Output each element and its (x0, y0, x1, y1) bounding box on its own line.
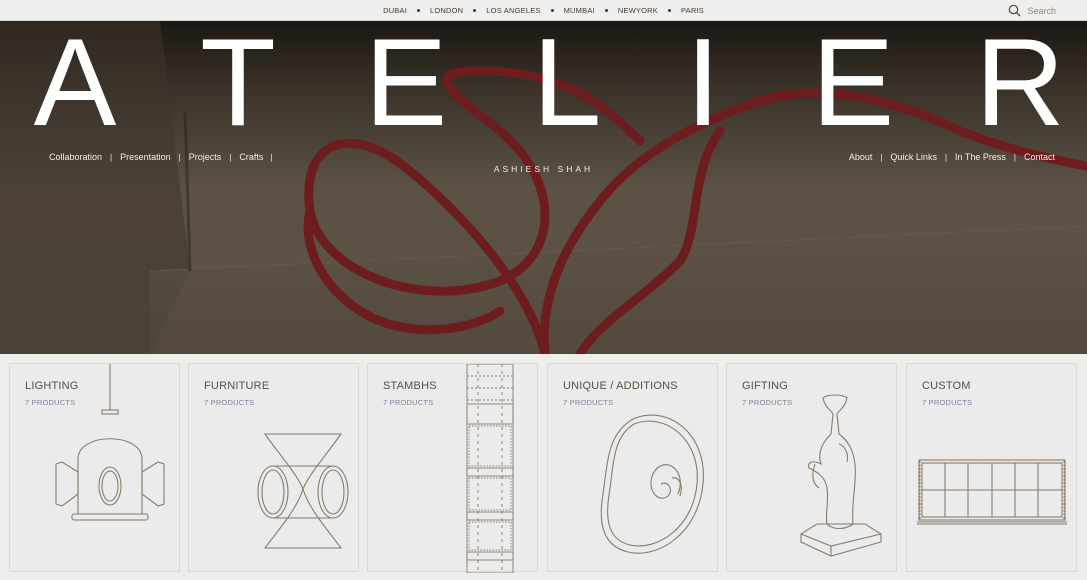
category-title: FURNITURE (204, 380, 270, 392)
nav-separator: | (944, 152, 948, 162)
category-card-furniture[interactable]: FURNITURE 7 PRODUCTS (188, 363, 359, 572)
product-count: 7 PRODUCTS (742, 398, 793, 407)
wordmark-letter: R (975, 21, 1065, 152)
nav-separator: | (178, 152, 181, 162)
pillar-icon (466, 364, 514, 573)
city-link[interactable]: LONDON (407, 6, 463, 15)
wordmark-letter: E (365, 21, 448, 152)
product-count: 7 PRODUCTS (383, 398, 434, 407)
search-button[interactable]: Search (1008, 4, 1056, 17)
wordmark-letter: T (200, 21, 276, 152)
search-icon (1009, 4, 1021, 17)
category-card-lighting[interactable]: LIGHTING 7 PRODUCTS (9, 363, 180, 572)
category-card-gifting[interactable]: GIFTING 7 PRODUCTS (726, 363, 897, 572)
nav-separator: | (1013, 152, 1016, 162)
search-label: Search (1027, 5, 1056, 16)
nav-separator: | (110, 152, 113, 162)
product-count: 7 PRODUCTS (25, 398, 76, 407)
nav-separator: | (880, 152, 883, 162)
nav-link-crafts[interactable]: Crafts (239, 152, 263, 162)
product-count: 7 PRODUCTS (922, 398, 973, 407)
category-title: GIFTING (742, 380, 789, 392)
wordmark-letter: I (686, 21, 720, 152)
nav-link-collaboration[interactable]: Collaboration (49, 152, 102, 162)
category-title: CUSTOM (922, 380, 971, 392)
wordmark-letter: L (533, 21, 602, 152)
nav-link-contact[interactable]: Contact (1024, 152, 1055, 162)
city-list: DUBAI LONDON LOS ANGELES MUMBAI NEWYORK … (0, 0, 1087, 21)
city-link[interactable]: MUMBAI (541, 6, 595, 15)
nav-separator: | (270, 152, 273, 162)
category-title: STAMBHS (383, 380, 437, 392)
nav-link-projects[interactable]: Projects (189, 152, 222, 162)
nav-link-about[interactable]: About (849, 152, 873, 162)
hand-sculpture-icon (800, 394, 882, 557)
shelf-icon (917, 459, 1067, 525)
nav-link-presentation[interactable]: Presentation (120, 152, 171, 162)
nav-separator: | (229, 152, 232, 162)
stool-icon (257, 433, 349, 549)
atelier-wordmark: A T E L I E R (34, 21, 1065, 152)
category-card-stambhs[interactable]: STAMBHS 7 PRODUCTS (367, 363, 538, 573)
nav-link-in-the-press[interactable]: In The Press (955, 152, 1006, 162)
pendant-lamp-icon (55, 364, 165, 521)
city-link[interactable]: NEWYORK (595, 6, 658, 15)
product-count: 7 PRODUCTS (563, 398, 614, 407)
city-link[interactable]: DUBAI (383, 6, 407, 15)
category-card-custom[interactable]: CUSTOM 7 PRODUCTS (906, 363, 1077, 572)
spiral-sculpture-icon (600, 414, 704, 554)
category-grid: LIGHTING 7 PRODUCTS FURNITURE 7 PRODUCTS (0, 354, 1087, 580)
product-count: 7 PRODUCTS (204, 398, 255, 407)
category-title: UNIQUE / ADDITIONS (563, 380, 678, 392)
wordmark-letter: E (812, 21, 895, 152)
top-bar: DUBAI LONDON LOS ANGELES MUMBAI NEWYORK … (0, 0, 1087, 21)
city-link[interactable]: LOS ANGELES (463, 6, 540, 15)
category-title: LIGHTING (25, 380, 79, 392)
primary-nav: Collaboration | Presentation | Projects … (49, 152, 280, 162)
hero-banner: A T E L I E R Collaboration | Presentati… (0, 21, 1087, 354)
brand-subtitle: ASHIESH SHAH (493, 164, 594, 174)
wordmark-letter: A (34, 21, 117, 152)
city-link[interactable]: PARIS (658, 6, 704, 15)
secondary-nav: About | Quick Links | In The Press | Con… (849, 152, 1055, 162)
category-card-unique-additions[interactable]: UNIQUE / ADDITIONS 7 PRODUCTS (547, 363, 718, 572)
nav-link-quick-links[interactable]: Quick Links (890, 152, 937, 162)
